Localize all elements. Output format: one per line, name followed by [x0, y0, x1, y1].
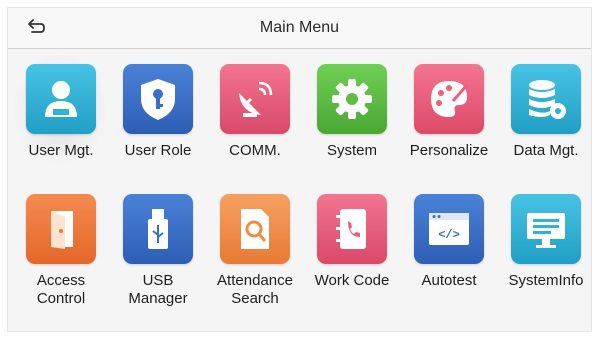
back-arrow-icon [28, 19, 45, 33]
menu-item-label: Personalize [409, 142, 489, 159]
gear-icon [317, 64, 387, 134]
device-screen: Main Menu User Mgt. User Role COMM. Syst… [7, 7, 592, 332]
search-document-icon [220, 194, 290, 264]
shield-key-icon [123, 64, 193, 134]
user-icon [26, 64, 96, 134]
menu-item-label: Attendance Search [217, 272, 293, 307]
palette-icon [414, 64, 484, 134]
door-icon [26, 194, 96, 264]
code-window-icon: </> [414, 194, 484, 264]
monitor-icon [511, 194, 581, 264]
menu-item-label: User Role [124, 142, 192, 159]
phone-book-icon [317, 194, 387, 264]
menu-item-label: System [326, 142, 377, 159]
menu-item-label: COMM. [229, 142, 281, 159]
menu-item-label: Access Control [36, 272, 86, 307]
menu-item-label: Autotest [421, 272, 477, 289]
page-title: Main Menu [259, 19, 340, 36]
svg-text:</>: </> [438, 228, 460, 242]
menu-item-label: User Mgt. [28, 142, 94, 159]
menu-item-label: USB Manager [128, 272, 188, 307]
usb-icon [123, 194, 193, 264]
satellite-dish-icon [220, 64, 290, 134]
back-button[interactable] [22, 16, 50, 40]
menu-item-label: Work Code [314, 272, 390, 289]
menu-item-label: SystemInfo [508, 272, 584, 289]
database-gear-icon [511, 64, 581, 134]
title-bar: Main Menu [8, 8, 591, 49]
menu-item-label: Data Mgt. [513, 142, 579, 159]
